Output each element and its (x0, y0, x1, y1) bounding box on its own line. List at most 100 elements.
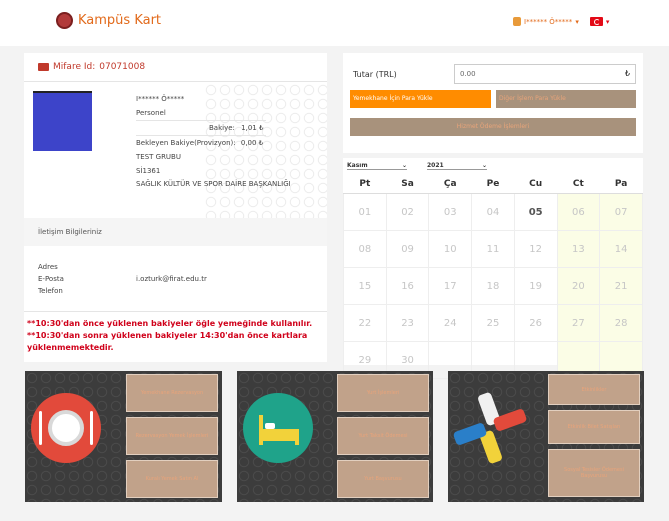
year-select[interactable]: 2021 ⌄ (427, 162, 487, 170)
calendar-day[interactable]: 18 (471, 267, 515, 305)
card-info-panel: Mifare Id: 07071008 I****** Ö***** Perso… (24, 53, 327, 362)
calendar-day[interactable]: 21 (599, 267, 643, 305)
brand-title: Kampüs Kart (78, 13, 162, 28)
balance-row: Bakiye: 1,01 ₺ (209, 124, 263, 132)
calendar-day[interactable]: 17 (428, 267, 473, 305)
tile-events-button-2[interactable]: Etkinlik Bilet Satışları (548, 410, 640, 444)
calendar-week-row: 22 23 24 25 26 27 28 (343, 304, 643, 342)
chevron-down-icon: ⌄ (481, 162, 487, 169)
calendar-day[interactable]: 08 (343, 230, 387, 268)
payment-panel: Tutar (TRL) 0.00 ₺ Yemekhane İçin Para Y… (343, 53, 643, 153)
calendar-day[interactable]: 27 (556, 304, 601, 342)
weekday-header: Pt (343, 175, 387, 194)
top-bar: Kampüs Kart I****** Ö***** ▾ ▾ (0, 0, 669, 46)
calendar-day[interactable]: 04 (471, 193, 515, 231)
calendar-day[interactable]: 14 (599, 230, 643, 268)
service-payment-button[interactable]: Hizmet Ödeme İşlemleri (350, 118, 636, 136)
calendar-day[interactable]: 12 (513, 230, 558, 268)
contact-title: İletişim Bilgileriniz (38, 228, 102, 236)
divider (24, 81, 327, 82)
bed-icon (243, 393, 313, 463)
calendar-day[interactable]: 25 (471, 304, 515, 342)
user-menu[interactable]: I****** Ö***** ▾ ▾ (513, 17, 609, 26)
calendar: Kasım ⌄ 2021 ⌄ Pt Sa Ça Pe Cu Ct Pa 01 02 03 04 05… (343, 158, 643, 379)
id-card-icon (38, 63, 49, 71)
tile-dining-button-1[interactable]: Yemekhane Rezervasyon (126, 374, 218, 412)
calendar-day[interactable]: 19 (513, 267, 558, 305)
calendar-day[interactable]: 09 (385, 230, 430, 268)
amount-input[interactable]: 0.00 ₺ (454, 64, 636, 84)
pending-balance-value: 0,00 ₺ (240, 139, 264, 147)
calendar-day[interactable]: 03 (428, 193, 473, 231)
year-value: 2021 (427, 162, 444, 169)
calendar-day[interactable]: 06 (556, 193, 601, 231)
tile-dormitory-button-3[interactable]: Yurt Başvurusu (337, 460, 429, 498)
profile-photo (33, 91, 92, 151)
calendar-week-row: 01 02 03 04 05 06 07 (343, 193, 643, 231)
weekday-header: Pa (599, 175, 643, 194)
month-select[interactable]: Kasım ⌄ (347, 162, 407, 170)
calendar-day[interactable]: 13 (556, 230, 601, 268)
background-pattern (204, 83, 327, 218)
language-flag-icon[interactable] (589, 17, 603, 26)
calendar-day[interactable]: 15 (343, 267, 387, 305)
user-icon (513, 17, 521, 26)
pending-balance-label: Bekleyen Bakiye(Provizyon): (136, 139, 236, 147)
month-value: Kasım (347, 162, 368, 169)
amount-label: Tutar (TRL) (353, 70, 397, 79)
calendar-week-row: 15 16 17 18 19 20 21 (343, 267, 643, 305)
address-label: Adres (38, 263, 58, 271)
tile-dormitory-button-2[interactable]: Yurt Taksit Ödemesi (337, 417, 429, 455)
calendar-day[interactable]: 23 (385, 304, 430, 342)
card-group: TEST GRUBU (136, 153, 181, 161)
calendar-day[interactable]: 11 (471, 230, 515, 268)
tile-events-button-1[interactable]: Etkinlikler (548, 374, 640, 405)
calendar-day[interactable]: 24 (428, 304, 473, 342)
tile-dining-button-3[interactable]: Kuralı Yemek Satın Al (126, 460, 218, 498)
lira-icon: ₺ (624, 69, 630, 78)
tile-dining-button-2[interactable]: Rezervasyon Yemek İşlemleri (126, 417, 218, 455)
dining-plate-icon (31, 393, 101, 463)
email-label: E-Posta (38, 275, 64, 283)
calendar-day[interactable]: 16 (385, 267, 430, 305)
weekday-header: Cu (514, 175, 558, 194)
divider (136, 120, 266, 121)
brand[interactable]: Kampüs Kart (56, 12, 161, 29)
other-topup-button[interactable]: Diğer İşlem Para Yükle (496, 90, 636, 108)
calendar-day[interactable]: 28 (599, 304, 643, 342)
weekday-header: Ça (428, 175, 472, 194)
chevron-down-icon: ⌄ (401, 162, 407, 169)
language-chevron-down-icon: ▾ (605, 17, 610, 26)
calendar-day[interactable]: 05 (513, 193, 558, 231)
calendar-day[interactable]: 26 (513, 304, 558, 342)
balance-label: Bakiye: (209, 124, 235, 132)
calendar-day[interactable]: 01 (343, 193, 387, 231)
calendar-grid: Pt Sa Ça Pe Cu Ct Pa 01 02 03 04 05 06 07 08 09 10 11 12 1… (343, 175, 643, 379)
calendar-week-row: 08 09 10 11 12 13 14 (343, 230, 643, 268)
tile-dormitory: Yurt İşlemleri Yurt Taksit Ödemesi Yurt … (237, 371, 433, 502)
pending-balance-row: Bekleyen Bakiye(Provizyon): 0,00 ₺ (136, 139, 263, 147)
card-code: Sİ1361 (136, 167, 161, 175)
calendar-day[interactable]: 07 (599, 193, 643, 231)
mifare-header: Mifare Id: 07071008 (38, 62, 145, 72)
tile-events-button-3[interactable]: Sosyal Tesisler Ödemesi Başvurusu (548, 449, 640, 497)
mifare-label: Mifare Id: (53, 62, 96, 72)
meal-topup-button[interactable]: Yemekhane İçin Para Yükle (350, 90, 491, 108)
user-name: I****** Ö***** (524, 17, 573, 26)
joined-hands-icon (452, 391, 528, 465)
divider (24, 311, 327, 312)
tile-dormitory-button-1[interactable]: Yurt İşlemleri (337, 374, 429, 412)
tile-events: Etkinlikler Etkinlik Bilet Satışları Sos… (448, 371, 644, 502)
card-holder-name: I****** Ö***** (136, 95, 185, 103)
calendar-day[interactable]: 10 (428, 230, 473, 268)
tile-dining: Yemekhane Rezervasyon Rezervasyon Yemek … (25, 371, 222, 502)
weekday-header: Sa (386, 175, 429, 194)
amount-value: 0.00 (460, 70, 476, 78)
calendar-day[interactable]: 22 (343, 304, 387, 342)
balance-warnings: **10:30'dan önce yüklenen bakiyeler öğle… (27, 318, 327, 354)
divider (136, 135, 266, 136)
calendar-day[interactable]: 20 (556, 267, 601, 305)
calendar-day[interactable]: 02 (385, 193, 430, 231)
mifare-id: 07071008 (99, 62, 146, 72)
university-logo-icon (56, 12, 73, 29)
